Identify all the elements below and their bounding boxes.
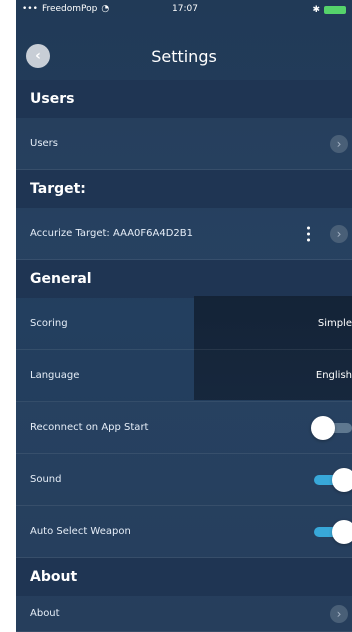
row-reconnect[interactable]: Reconnect on App Start: [16, 402, 352, 454]
row-auto-select-weapon-label: Auto Select Weapon: [30, 526, 131, 537]
row-sound[interactable]: Sound: [16, 454, 352, 506]
page-title: Settings: [151, 47, 217, 66]
row-auto-select-weapon[interactable]: Auto Select Weapon: [16, 506, 352, 558]
scoring-value: Simple: [317, 318, 352, 329]
chevron-right-icon: ›: [330, 224, 348, 243]
row-language[interactable]: Language English: [16, 350, 352, 402]
bluetooth-icon: ✱: [312, 5, 320, 15]
settings-screen: ••• FreedomPop ◔ 17:07 ✱ ‹ Settings User…: [16, 0, 352, 632]
chevron-right-icon: ›: [330, 134, 348, 153]
row-sound-label: Sound: [30, 474, 62, 485]
nav-bar: ‹ Settings: [16, 36, 352, 80]
row-scoring-label: Scoring: [30, 318, 68, 329]
section-users: Users: [16, 80, 352, 118]
carrier-name: FreedomPop: [41, 4, 98, 14]
reconnect-toggle[interactable]: [311, 415, 352, 440]
section-about: About: [16, 558, 352, 596]
row-about-label: About: [30, 608, 60, 619]
status-left: ••• FreedomPop ◔: [22, 4, 109, 14]
auto-select-weapon-toggle[interactable]: [314, 519, 352, 544]
signal-icon: •••: [22, 4, 38, 14]
row-scoring[interactable]: Scoring Simple: [16, 298, 352, 350]
row-accurize-target[interactable]: Accurize Target: AAA0F6A4D2B1 ›: [16, 208, 352, 260]
toggle-knob: [332, 519, 352, 544]
row-reconnect-label: Reconnect on App Start: [30, 422, 149, 433]
status-right: ✱: [312, 5, 346, 15]
sound-toggle[interactable]: [314, 467, 352, 492]
row-users-label: Users: [30, 138, 59, 149]
language-value: English: [315, 370, 352, 381]
section-general: General: [16, 260, 352, 298]
chevron-right-icon: ›: [330, 604, 348, 623]
toggle-knob: [311, 415, 335, 440]
row-about[interactable]: About ›: [16, 596, 352, 632]
row-users[interactable]: Users ›: [16, 118, 352, 170]
battery-icon: [324, 6, 346, 14]
row-accurize-target-label: Accurize Target: AAA0F6A4D2B1: [30, 228, 193, 239]
section-target: Target:: [16, 170, 352, 208]
status-time: 17:07: [172, 4, 198, 14]
wifi-icon: ◔: [101, 4, 110, 14]
toggle-knob: [332, 467, 352, 492]
row-language-label: Language: [30, 370, 80, 381]
status-bar: ••• FreedomPop ◔ 17:07 ✱: [16, 0, 352, 22]
more-options-icon[interactable]: [307, 226, 310, 241]
